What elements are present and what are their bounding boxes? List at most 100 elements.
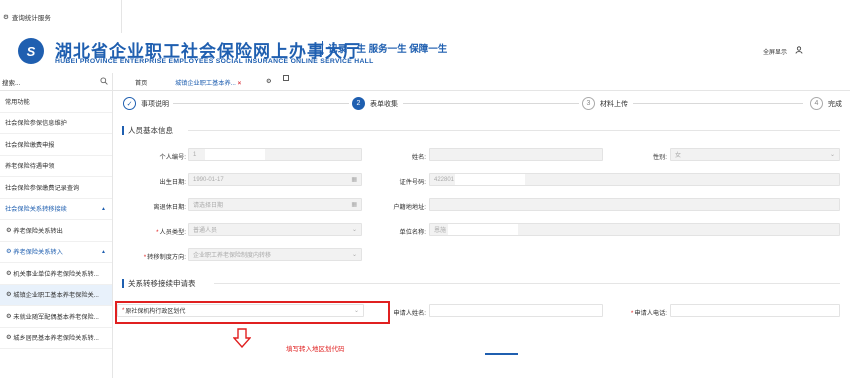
submit-button-edge[interactable] (485, 353, 518, 355)
annotation-note: 填写转入地区划代码 (286, 346, 345, 353)
tab-active[interactable]: 城镇企业职工基本养... × (175, 78, 241, 87)
gender-value: 女 (675, 153, 682, 159)
sidebar-item-common[interactable]: 常用功能 (0, 91, 112, 113)
retire-date-field[interactable]: 请选择日期 ▦ (188, 198, 362, 211)
user-icon[interactable] (795, 46, 803, 56)
tab-bar: 首页 城镇企业职工基本养... × ⚙ (113, 73, 850, 91)
header-actions: 全屏显示 (763, 46, 803, 56)
id-number-value: 422801 (434, 176, 455, 183)
section-title: 关系转移接续申请表 (128, 279, 196, 288)
fullscreen-button[interactable]: 全屏显示 (763, 47, 787, 56)
sidebar-item-insurance-info[interactable]: 社会保险参保信息维护 (0, 113, 112, 134)
gender-label: 性别: (652, 154, 667, 161)
section-basic-info: 人员基本信息 (122, 125, 173, 136)
sidebar-item-label: 养老保险待遇申领 (5, 163, 55, 171)
gear-icon: ⚙ (6, 291, 14, 299)
chevron-down-icon: ⌄ (351, 227, 357, 233)
gear-icon: ⚙ (3, 14, 9, 21)
gear-icon: ⚙ (6, 312, 14, 320)
transfer-direction-select[interactable]: 企业职工养老保险制度内转移 ⌄ (188, 248, 362, 261)
sidebar-item-label: 城镇企业职工基本养老保险关... (13, 292, 99, 300)
sidebar-item-resident-transfer[interactable]: ⚙ 城乡居民基本养老保险关系转... (0, 328, 112, 349)
tab-active-label: 城镇企业职工基本养... (175, 80, 236, 87)
highlight-box (115, 301, 390, 324)
chevron-down-icon: ⌄ (829, 152, 835, 158)
redacted-mask (205, 149, 265, 160)
sidebar-item-label: 社会保险缴费申报 (5, 141, 55, 149)
retire-date-placeholder: 请选择日期 (193, 203, 224, 209)
chevron-down-icon: ⌄ (351, 252, 357, 258)
section-transfer-form: 关系转移接续申请表 (122, 278, 196, 289)
sidebar-item-enterprise-transfer[interactable]: ⚙ 城镇企业职工基本养老保险关... (0, 284, 112, 306)
step-number: 3 (582, 97, 595, 110)
step-1: ✓ 事项说明 (123, 97, 169, 110)
applicant-phone-label: *申请人电话: (630, 310, 667, 317)
sidebar: 搜索... 常用功能 社会保险参保信息维护 社会保险缴费申报 养老保险待遇申领 … (0, 73, 113, 378)
sidebar-item-transfer[interactable]: 社会保险关系转移接续 ▲ (0, 199, 112, 220)
gear-icon: ⚙ (6, 248, 14, 256)
birth-label: 出生日期: (159, 179, 186, 186)
sidebar-item-institution-transfer[interactable]: ⚙ 机关事业单位养老保险关系转... (0, 263, 112, 285)
transfer-direction-label: *转移制度方向: (143, 254, 186, 261)
tab-home[interactable]: 首页 (135, 78, 147, 87)
gender-select[interactable]: 女 ⌄ (670, 148, 840, 161)
calendar-icon: ▦ (351, 202, 357, 208)
name-label: 姓名: (411, 154, 426, 161)
birth-field[interactable]: 1990-01-17 ▦ (188, 173, 362, 186)
tab-close-icon[interactable]: × (238, 80, 242, 87)
applicant-phone-field[interactable] (670, 304, 840, 317)
sidebar-item-label: 社会保险参保缴费记录查询 (5, 184, 80, 192)
step-connector (173, 103, 349, 104)
step-number: 2 (352, 97, 365, 110)
caret-up-icon: ▲ (101, 248, 106, 255)
person-type-select[interactable]: 普通人员 ⌄ (188, 223, 362, 236)
tab-window-icon[interactable] (283, 75, 289, 83)
sidebar-item-label: 社会保险关系转移接续 (5, 206, 67, 214)
sidebar-item-label: 城乡居民基本养老保险关系转... (13, 335, 99, 343)
search-icon[interactable] (100, 76, 108, 87)
sidebar-item-label: 未就业随军配偶基本养老保险... (13, 313, 99, 321)
redacted-mask (455, 174, 525, 185)
hukou-label: 户籍地地址: (393, 204, 426, 211)
site-en-title: HUBEI PROVINCE ENTERPRISE EMPLOYEES SOCI… (55, 58, 374, 65)
step-2: 2 表单收集 (352, 97, 398, 110)
caret-up-icon: ▲ (101, 205, 106, 212)
search-input[interactable]: 搜索... (2, 77, 20, 87)
redacted-mask (448, 224, 518, 235)
step-connector (403, 103, 579, 104)
step-label: 表单收集 (370, 100, 398, 108)
stats-service-link[interactable]: ⚙ 查询统计服务 (3, 12, 51, 22)
sidebar-item-payment-declare[interactable]: 社会保险缴费申报 (0, 134, 112, 156)
unit-name-label: 单位名称: (399, 229, 426, 236)
section-title: 人员基本信息 (128, 126, 173, 135)
sidebar-item-pension-claim[interactable]: 养老保险待遇申领 (0, 156, 112, 177)
step-4: 4 完成 (810, 97, 842, 110)
sidebar-search[interactable]: 搜索... (0, 73, 112, 91)
birth-value: 1990-01-17 (193, 176, 224, 183)
hukou-field[interactable] (429, 198, 840, 211)
sidebar-item-label: 机关事业单位养老保险关系转... (13, 270, 99, 278)
step-connector (633, 103, 803, 104)
step-label: 材料上传 (600, 100, 628, 108)
section-bar (122, 279, 124, 288)
sidebar-item-spouse-transfer[interactable]: ⚙ 未就业随军配偶基本养老保险... (0, 306, 112, 328)
tab-settings-icon[interactable]: ⚙ (266, 78, 272, 85)
transfer-direction-value: 企业职工养老保险制度内转移 (193, 253, 272, 259)
sidebar-item-label: 常用功能 (5, 98, 30, 106)
step-number: 4 (810, 97, 823, 110)
sidebar-item-transfer-in[interactable]: ⚙ 养老保险关系转入 ▲ (0, 242, 112, 263)
sidebar-item-label: 养老保险关系转出 (13, 227, 63, 235)
name-field[interactable] (429, 148, 603, 161)
check-icon: ✓ (123, 97, 136, 110)
retire-date-label: 离退休日期: (153, 204, 186, 211)
section-divider (214, 283, 840, 284)
step-3: 3 材料上传 (582, 97, 628, 110)
section-divider (188, 130, 840, 131)
applicant-name-field[interactable] (429, 304, 603, 317)
person-type-label: *人员类型: (156, 229, 186, 236)
stats-service-label: 查询统计服务 (11, 15, 51, 22)
sidebar-item-transfer-out[interactable]: ⚙ 养老保险关系转出 (0, 220, 112, 242)
top-strip: ⚙ 查询统计服务 (0, 0, 122, 33)
sidebar-item-record-query[interactable]: 社会保险参保缴费记录查询 (0, 177, 112, 199)
step-label: 完成 (828, 100, 842, 108)
